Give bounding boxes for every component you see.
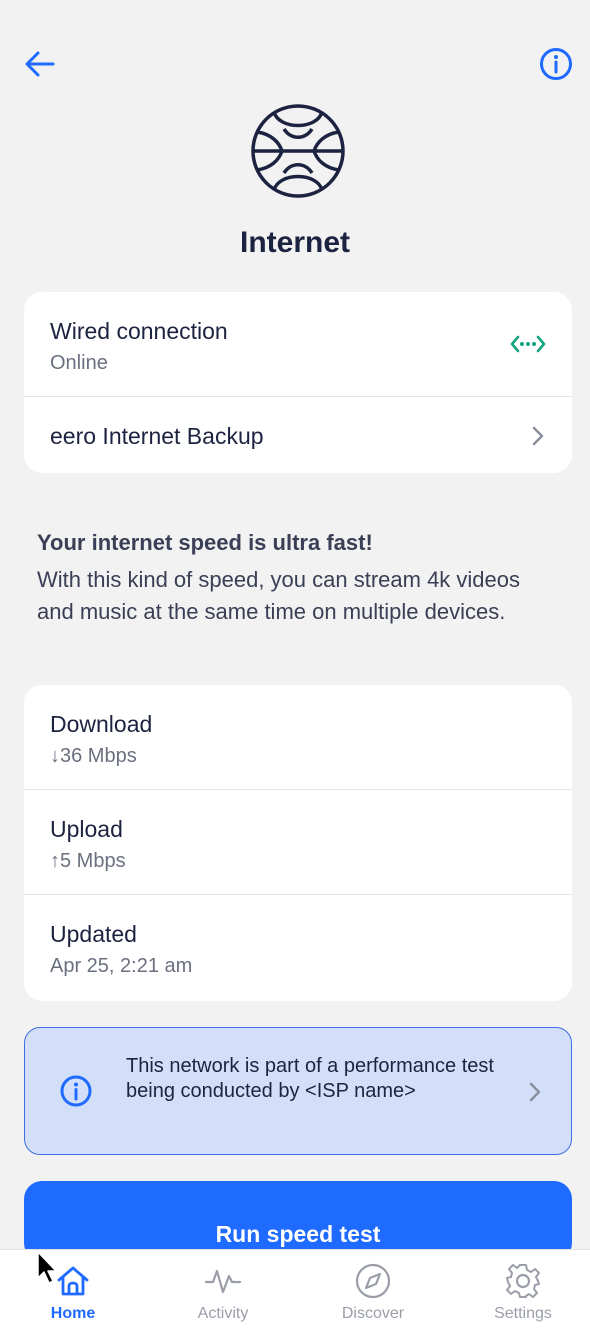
- chevron-right-icon: [532, 426, 544, 446]
- info-circle-icon: [540, 48, 572, 80]
- wired-connection-status: Online: [50, 352, 108, 374]
- notice-text: This network is part of a performance te…: [126, 1055, 494, 1102]
- performance-test-notice[interactable]: This network is part of a performance te…: [24, 1027, 572, 1155]
- bottom-tab-bar: Home Activity Discover Settings: [0, 1249, 590, 1334]
- compass-icon: [355, 1263, 391, 1299]
- tab-home[interactable]: Home: [0, 1250, 148, 1334]
- back-button[interactable]: [22, 46, 58, 82]
- tab-activity[interactable]: Activity: [148, 1250, 298, 1334]
- upload-row: Upload ↑5 Mbps: [24, 790, 572, 895]
- speed-description: With this kind of speed, you can stream …: [37, 567, 521, 624]
- download-row: Download ↓36 Mbps: [24, 685, 572, 790]
- ethernet-icon: [510, 335, 546, 353]
- connection-card: Wired connection Online eero Internet Ba…: [24, 292, 572, 473]
- gear-icon: [506, 1264, 540, 1298]
- chevron-right-icon: [529, 1082, 541, 1102]
- updated-value: Apr 25, 2:21 am: [50, 955, 193, 977]
- tab-discover[interactable]: Discover: [298, 1250, 448, 1334]
- download-label: Download: [50, 711, 153, 737]
- arrow-left-icon: [25, 51, 55, 77]
- internet-backup-label: eero Internet Backup: [50, 423, 264, 449]
- tab-home-label: Home: [50, 1305, 96, 1322]
- info-circle-icon: [60, 1075, 92, 1107]
- wired-connection-title: Wired connection: [50, 318, 228, 344]
- tab-settings-label: Settings: [494, 1305, 552, 1322]
- page-title: Internet: [239, 226, 350, 259]
- tab-discover-label: Discover: [341, 1305, 405, 1322]
- tab-settings[interactable]: Settings: [448, 1250, 590, 1334]
- upload-value: ↑5 Mbps: [50, 850, 126, 872]
- speed-stats-card: Download ↓36 Mbps Upload ↑5 Mbps Updated…: [24, 685, 572, 1001]
- top-bar: [0, 40, 590, 90]
- download-value: ↓36 Mbps: [50, 745, 137, 767]
- tab-activity-label: Activity: [197, 1305, 249, 1322]
- info-button[interactable]: [538, 46, 574, 82]
- updated-row: Updated Apr 25, 2:21 am: [24, 895, 572, 1001]
- activity-pulse-icon: [204, 1269, 242, 1294]
- speed-headline: Your internet speed is ultra fast!: [37, 530, 373, 555]
- globe-icon: [251, 104, 345, 198]
- upload-label: Upload: [50, 816, 123, 842]
- updated-label: Updated: [50, 921, 137, 947]
- mouse-cursor-icon: [37, 1251, 57, 1284]
- internet-backup-row[interactable]: eero Internet Backup: [24, 397, 572, 473]
- speed-message: Your internet speed is ultra fast! With …: [37, 528, 557, 628]
- wired-connection-row[interactable]: Wired connection Online: [24, 292, 572, 397]
